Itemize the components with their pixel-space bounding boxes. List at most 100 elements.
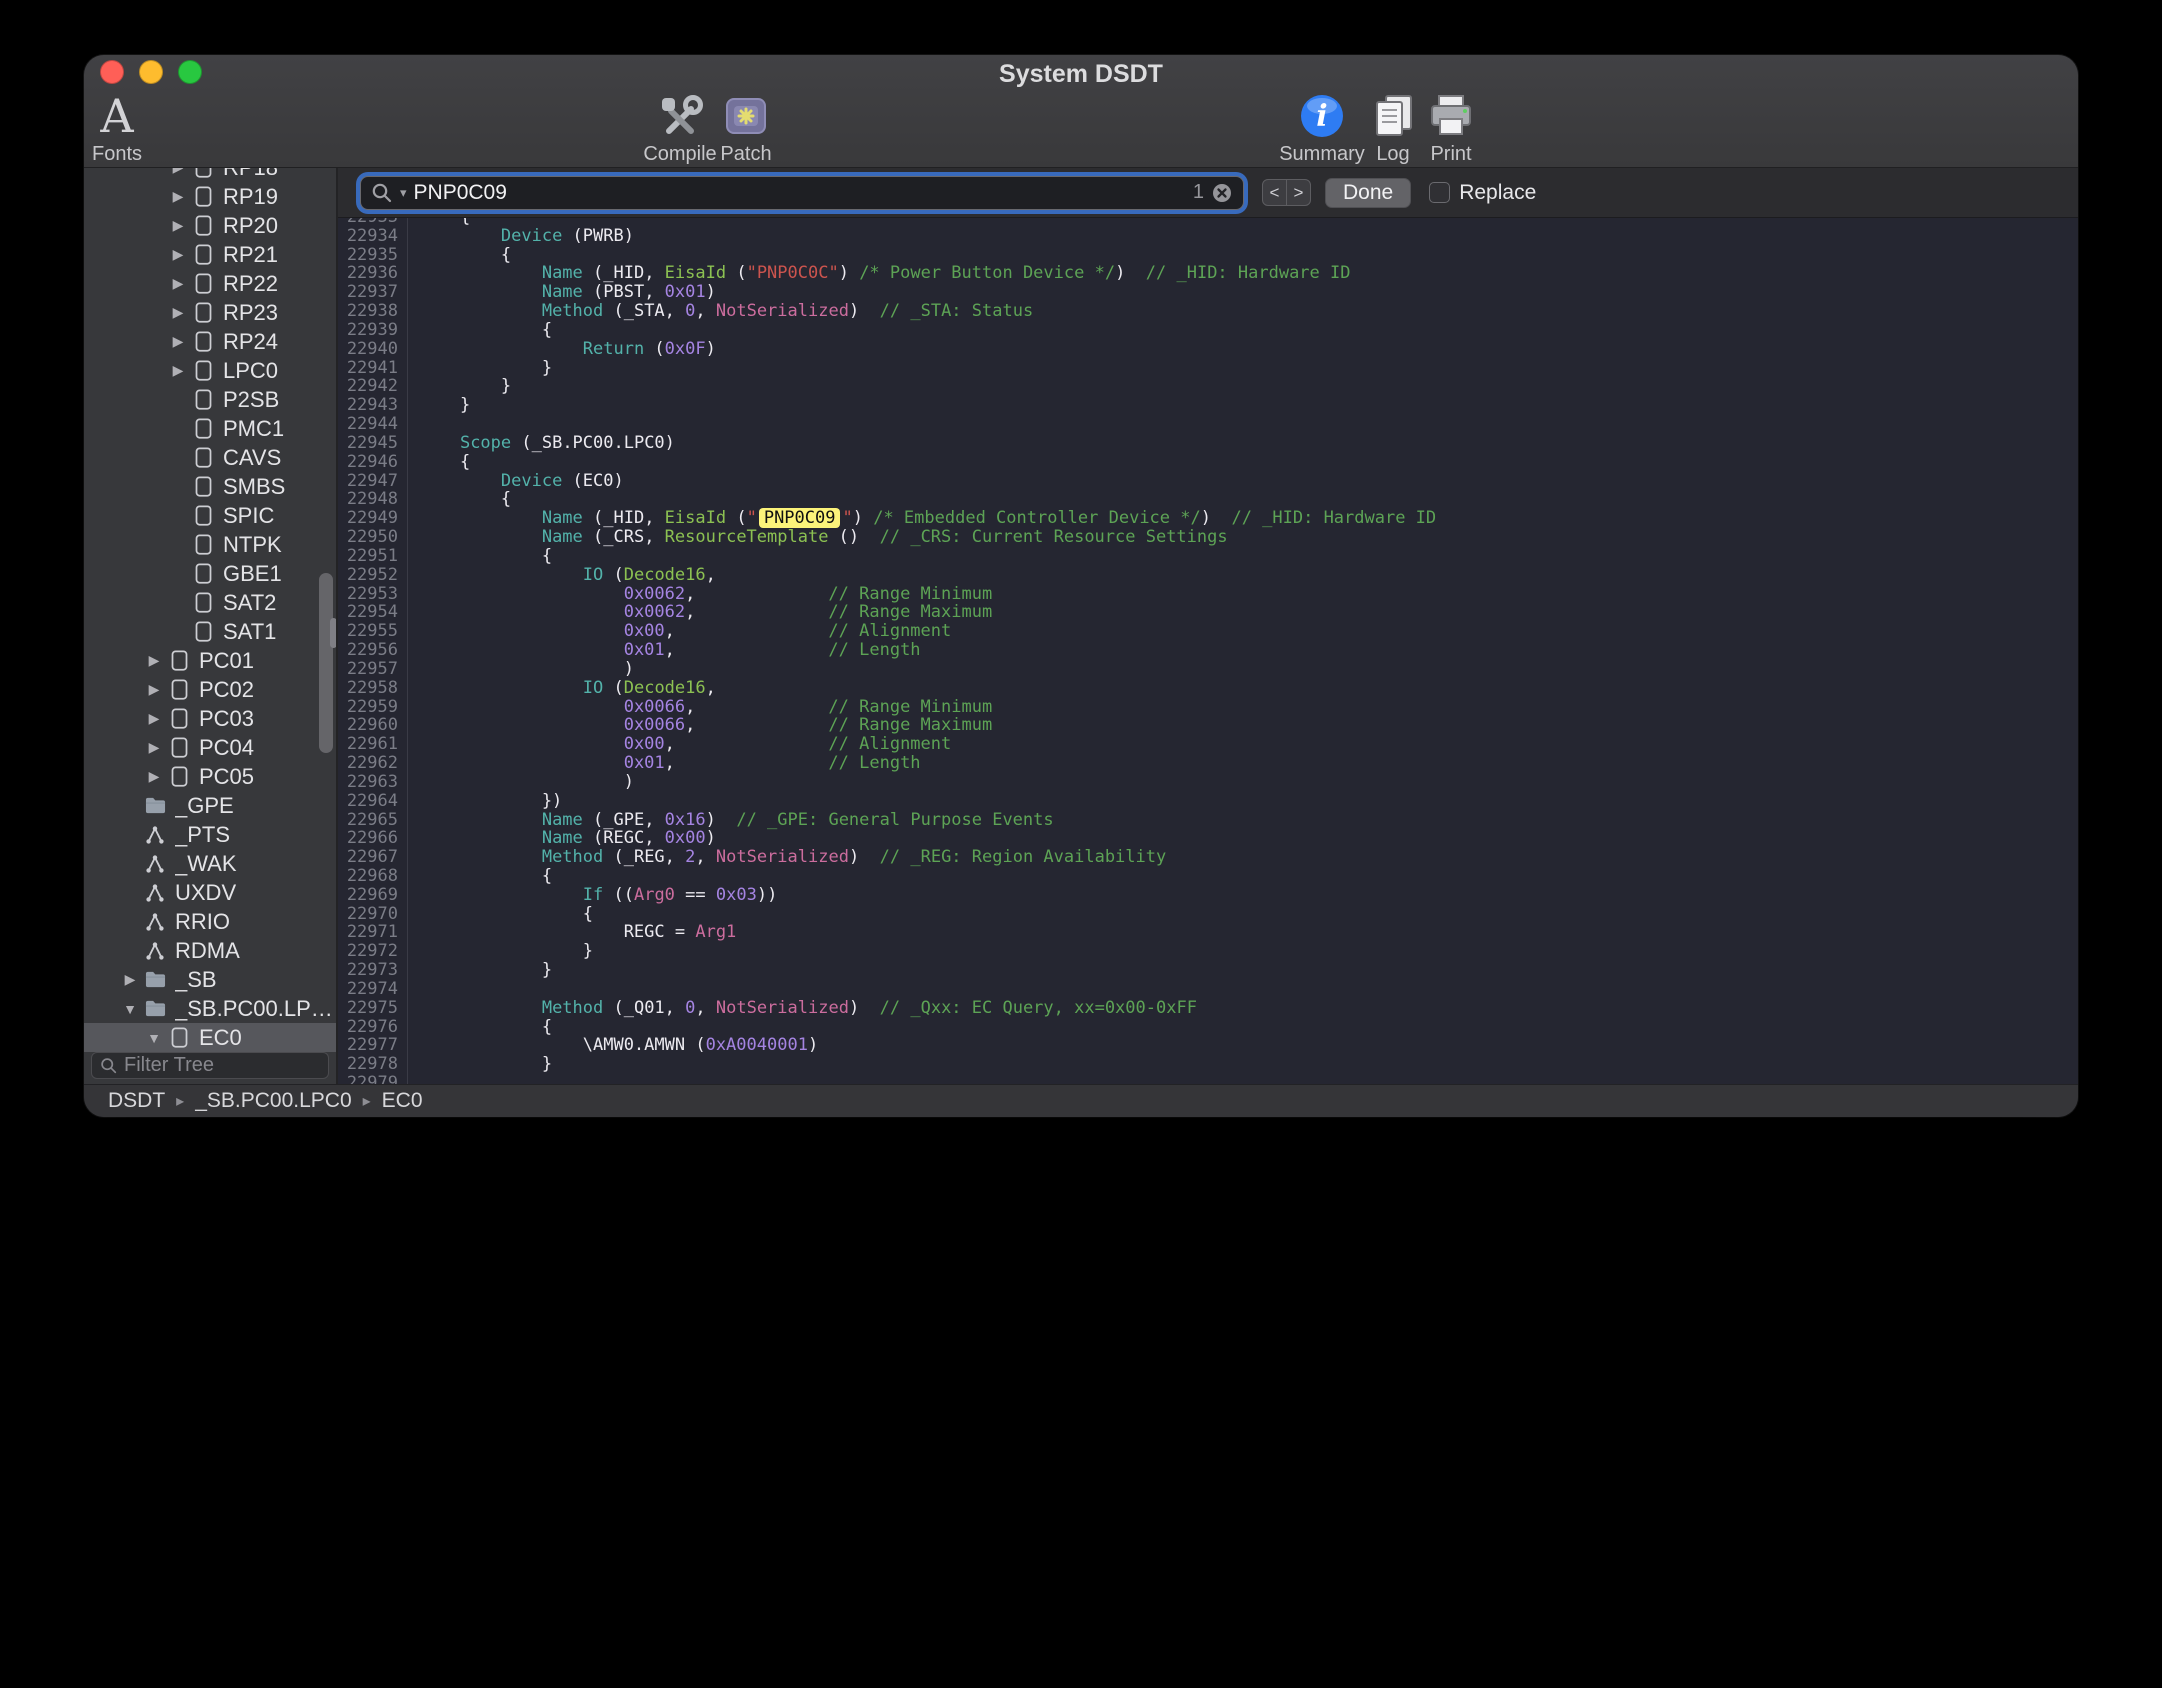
sidebar-item-pmc1[interactable]: PMC1 xyxy=(84,414,336,443)
sidebar-item-rp19[interactable]: ▶RP19 xyxy=(84,182,336,211)
code-line[interactable]: } xyxy=(419,1055,2078,1074)
sidebar-item-cavs[interactable]: CAVS xyxy=(84,443,336,472)
search-menu-chevron-icon[interactable]: ▾ xyxy=(400,185,407,201)
toolbar-fonts-button[interactable]: A Fonts xyxy=(85,91,149,166)
disclosure-triangle-icon[interactable]: ▶ xyxy=(142,710,166,727)
code-line[interactable]: }) xyxy=(419,792,2078,811)
disclosure-triangle-icon[interactable]: ▶ xyxy=(142,768,166,785)
code-line[interactable]: IO (Decode16, xyxy=(419,566,2078,585)
sidebar-item-pts[interactable]: _PTS xyxy=(84,820,336,849)
code-line[interactable]: Method (_Q01, 0, NotSerialized) // _Qxx:… xyxy=(419,999,2078,1018)
sidebar-item-rp20[interactable]: ▶RP20 xyxy=(84,211,336,240)
sidebar-item-gbe1[interactable]: GBE1 xyxy=(84,559,336,588)
code-line[interactable]: 0x0062, // Range Minimum xyxy=(419,585,2078,604)
breadcrumb-leaf[interactable]: EC0 xyxy=(382,1089,423,1113)
code-line[interactable]: { xyxy=(419,490,2078,509)
code-line[interactable] xyxy=(419,980,2078,999)
sidebar-item-lpc0[interactable]: ▶LPC0 xyxy=(84,356,336,385)
sidebar-item-sb-pc00-lp[interactable]: ▼_SB.PC00.LP… xyxy=(84,994,336,1023)
code-line[interactable]: } xyxy=(419,359,2078,378)
disclosure-triangle-icon[interactable]: ▶ xyxy=(166,188,190,205)
sidebar-item-rdma[interactable]: RDMA xyxy=(84,936,336,965)
sidebar-item-sat1[interactable]: SAT1 xyxy=(84,617,336,646)
code-line[interactable]: If ((Arg0 == 0x03)) xyxy=(419,886,2078,905)
code-editor[interactable]: 2293322934229352293622937229382293922940… xyxy=(338,218,2078,1084)
disclosure-triangle-icon[interactable]: ▶ xyxy=(142,652,166,669)
code-line[interactable]: Device (EC0) xyxy=(419,472,2078,491)
breadcrumb-root[interactable]: DSDT xyxy=(108,1089,165,1113)
splitter-handle[interactable] xyxy=(330,618,337,648)
sidebar-item-p2sb[interactable]: P2SB xyxy=(84,385,336,414)
code-line[interactable]: Return (0x0F) xyxy=(419,340,2078,359)
code-line[interactable]: } xyxy=(419,942,2078,961)
disclosure-triangle-icon[interactable]: ▶ xyxy=(166,362,190,379)
code-line[interactable]: { xyxy=(419,1018,2078,1037)
disclosure-triangle-icon[interactable]: ▶ xyxy=(142,739,166,756)
sidebar-item-gpe[interactable]: _GPE xyxy=(84,791,336,820)
code-line[interactable]: Name (PBST, 0x01) xyxy=(419,283,2078,302)
code-line[interactable]: Method (_STA, 0, NotSerialized) // _STA:… xyxy=(419,302,2078,321)
done-button[interactable]: Done xyxy=(1325,178,1411,208)
sidebar-item-ntpk[interactable]: NTPK xyxy=(84,530,336,559)
toolbar-print-button[interactable]: Print xyxy=(1416,91,1486,166)
code-line[interactable]: { xyxy=(419,867,2078,886)
code-line[interactable]: Name (_HID, EisaId ("PNP0C0C") /* Power … xyxy=(419,264,2078,283)
code-line[interactable]: Device (PWRB) xyxy=(419,227,2078,246)
sidebar-item-pc03[interactable]: ▶PC03 xyxy=(84,704,336,733)
sidebar-item-pc05[interactable]: ▶PC05 xyxy=(84,762,336,791)
code-line[interactable]: } xyxy=(419,396,2078,415)
find-previous-button[interactable]: < xyxy=(1262,179,1287,206)
sidebar-item-uxdv[interactable]: UXDV xyxy=(84,878,336,907)
toolbar-patch-button[interactable]: Patch xyxy=(708,91,784,166)
replace-checkbox[interactable] xyxy=(1429,182,1450,203)
sidebar-item-rp23[interactable]: ▶RP23 xyxy=(84,298,336,327)
code-line[interactable]: \AMW0.AMWN (0xA0040001) xyxy=(419,1036,2078,1055)
code-line[interactable]: 0x01, // Length xyxy=(419,754,2078,773)
sidebar-item-pc02[interactable]: ▶PC02 xyxy=(84,675,336,704)
sidebar-item-rp18[interactable]: ▶RP18 xyxy=(84,168,336,182)
disclosure-triangle-icon[interactable]: ▶ xyxy=(118,971,142,988)
search-input[interactable]: ▾ PNP0C09 1 xyxy=(360,176,1244,210)
code-line[interactable] xyxy=(419,415,2078,434)
code-line[interactable]: ) xyxy=(419,773,2078,792)
code-line[interactable]: ) xyxy=(419,660,2078,679)
disclosure-triangle-icon[interactable]: ▶ xyxy=(166,246,190,263)
code-line[interactable]: 0x0066, // Range Maximum xyxy=(419,716,2078,735)
disclosure-triangle-icon[interactable]: ▼ xyxy=(142,1030,166,1046)
sidebar-item-rp21[interactable]: ▶RP21 xyxy=(84,240,336,269)
code-line[interactable]: { xyxy=(419,453,2078,472)
disclosure-triangle-icon[interactable]: ▶ xyxy=(166,217,190,234)
code-line[interactable]: { xyxy=(419,547,2078,566)
sidebar-item-rp22[interactable]: ▶RP22 xyxy=(84,269,336,298)
code-line[interactable]: } xyxy=(419,377,2078,396)
search-icon[interactable] xyxy=(371,182,393,204)
code-line[interactable] xyxy=(419,1074,2078,1084)
sidebar-item-rp24[interactable]: ▶RP24 xyxy=(84,327,336,356)
disclosure-triangle-icon[interactable]: ▶ xyxy=(166,275,190,292)
sidebar-item-rrio[interactable]: RRIO xyxy=(84,907,336,936)
code-line[interactable]: IO (Decode16, xyxy=(419,679,2078,698)
code-line[interactable]: 0x0066, // Range Minimum xyxy=(419,698,2078,717)
code-line[interactable]: 0x01, // Length xyxy=(419,641,2078,660)
breadcrumb-scope[interactable]: _SB.PC00.LPC0 xyxy=(195,1089,351,1113)
filter-tree-input[interactable]: Filter Tree xyxy=(91,1052,329,1079)
code-line[interactable]: { xyxy=(419,905,2078,924)
sidebar-item-wak[interactable]: _WAK xyxy=(84,849,336,878)
code-line[interactable]: { xyxy=(419,321,2078,340)
clear-search-icon[interactable] xyxy=(1211,182,1233,204)
disclosure-triangle-icon[interactable]: ▶ xyxy=(166,333,190,350)
code-line[interactable]: Name (_CRS, ResourceTemplate () // _CRS:… xyxy=(419,528,2078,547)
sidebar-item-sat2[interactable]: SAT2 xyxy=(84,588,336,617)
sidebar-item-sb[interactable]: ▶_SB xyxy=(84,965,336,994)
sidebar-scrollbar[interactable] xyxy=(319,573,333,753)
code-line[interactable]: { xyxy=(419,218,2078,227)
sidebar-item-spic[interactable]: SPIC xyxy=(84,501,336,530)
toolbar-log-button[interactable]: Log xyxy=(1363,91,1423,166)
code-line[interactable]: { xyxy=(419,246,2078,265)
disclosure-triangle-icon[interactable]: ▶ xyxy=(166,168,190,176)
code-line[interactable]: Name (_GPE, 0x16) // _GPE: General Purpo… xyxy=(419,811,2078,830)
sidebar-item-pc01[interactable]: ▶PC01 xyxy=(84,646,336,675)
toolbar-summary-button[interactable]: i Summary xyxy=(1272,91,1372,166)
code-line[interactable]: 0x00, // Alignment xyxy=(419,735,2078,754)
disclosure-triangle-icon[interactable]: ▶ xyxy=(142,681,166,698)
